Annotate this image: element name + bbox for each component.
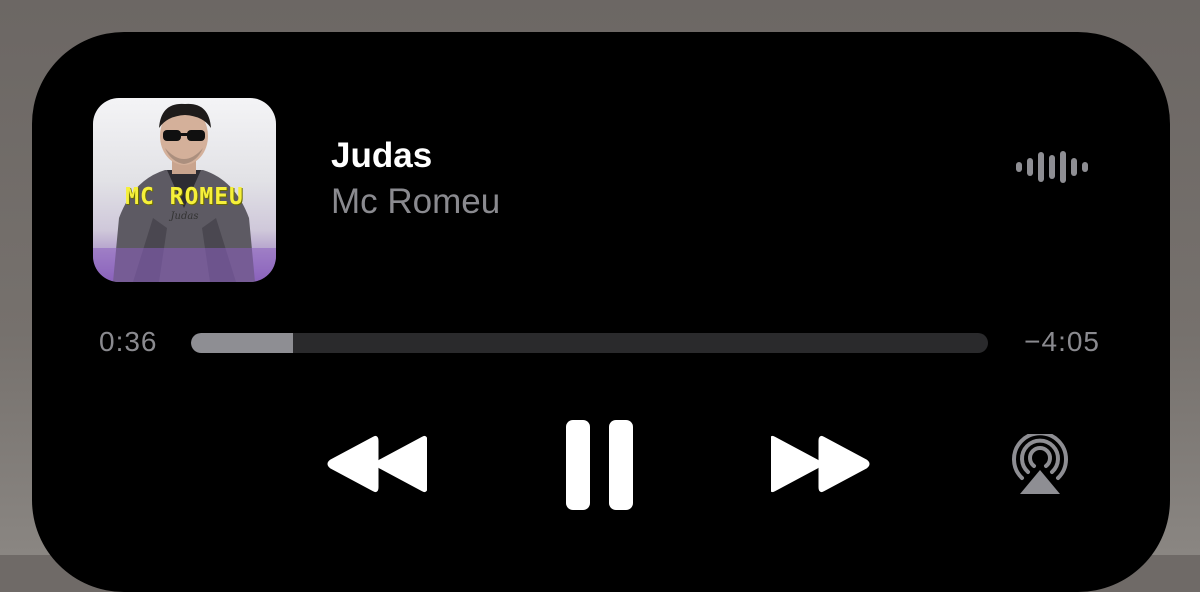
fast-forward-button[interactable] [769,434,871,499]
song-title: Judas [331,136,433,175]
fast-forward-icon [769,435,870,493]
artwork-subtitle-text: Judas [170,211,199,222]
airplay-icon [1012,431,1068,494]
album-artwork[interactable]: MC ROMEU Judas [93,98,276,282]
progress-scrubber[interactable] [191,333,988,353]
remaining-time: −4:05 [1024,326,1100,357]
progress-fill [191,333,294,353]
artist-name[interactable]: Mc Romeu [331,182,500,222]
pause-button[interactable] [564,418,636,517]
waveform-icon [1016,151,1088,183]
rewind-button[interactable] [327,434,428,499]
airplay-button[interactable] [1008,431,1072,503]
pause-icon [566,420,633,510]
elapsed-time: 0:36 [99,326,158,357]
rewind-icon [327,435,428,493]
artwork-title-text: MC ROMEU [125,184,244,210]
